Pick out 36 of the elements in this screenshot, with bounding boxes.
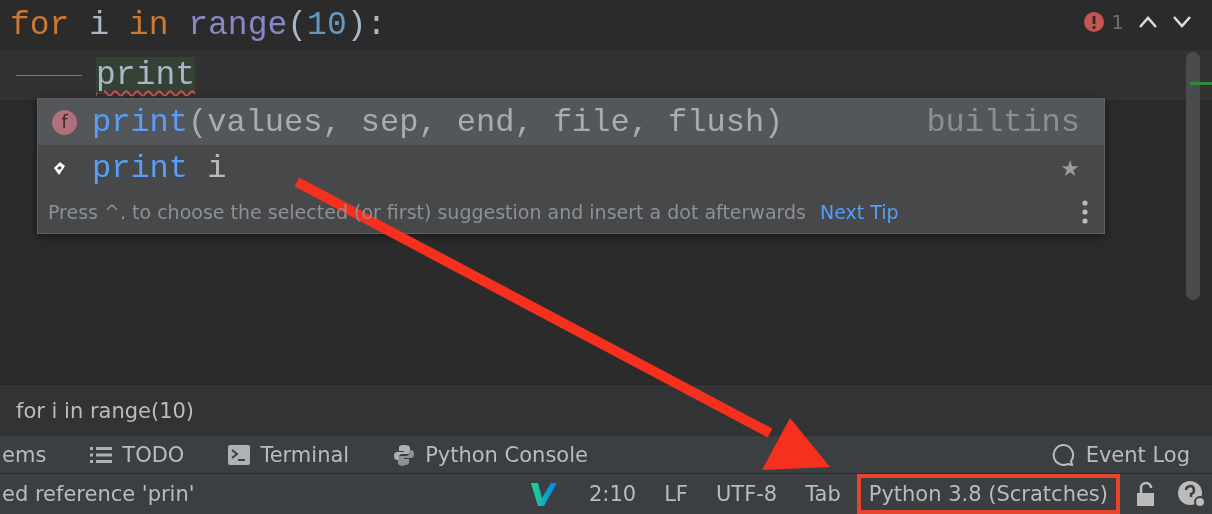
- change-marker: [1190, 82, 1212, 85]
- terminal-icon: [228, 444, 251, 465]
- code-line: for i in range(10):: [10, 6, 387, 44]
- status-widget[interactable]: Python 3.8 (Scratches): [856, 474, 1120, 514]
- completion-name: print: [92, 149, 188, 187]
- v-logo-icon[interactable]: [531, 481, 557, 507]
- star-icon: ★: [1060, 155, 1080, 181]
- list-icon: [90, 445, 113, 464]
- next-tip-link[interactable]: Next Tip: [819, 201, 1082, 223]
- template-icon: [52, 160, 68, 176]
- error-icon[interactable]: [1083, 11, 1106, 33]
- breadcrumb[interactable]: for i in range(10): [16, 399, 195, 424]
- completion-source: builtins: [926, 103, 1080, 141]
- status-message: ed reference 'prin': [2, 482, 196, 506]
- completion-name: print: [92, 103, 188, 141]
- tool-window-button[interactable]: TODO: [68, 442, 207, 467]
- status-widget[interactable]: UTF-8: [703, 474, 790, 514]
- tool-window-button[interactable]: Python Console: [371, 442, 610, 467]
- problem-count: 1: [1111, 10, 1124, 34]
- scrollbar[interactable]: [1186, 52, 1200, 300]
- python-icon: [393, 443, 416, 466]
- completion-item[interactable]: f print(values, sep, end, file, flush) builtins: [38, 99, 1104, 145]
- tool-window-button[interactable]: ems: [0, 442, 69, 467]
- function-icon: f: [52, 109, 77, 135]
- completion-item[interactable]: print i ★: [38, 145, 1104, 191]
- status-widget[interactable]: 2:10: [577, 474, 649, 514]
- completion-detail: (values, sep, end, file, flush): [188, 103, 785, 141]
- status-widget[interactable]: Tab: [793, 474, 853, 514]
- down-chevron-icon[interactable]: [1172, 15, 1192, 29]
- more-icon[interactable]: [1082, 200, 1088, 224]
- tool-window-button[interactable]: Terminal: [206, 442, 372, 467]
- up-chevron-icon[interactable]: [1138, 15, 1158, 29]
- event-log-button[interactable]: Event Log: [1029, 442, 1212, 467]
- status-widget[interactable]: LF: [652, 474, 700, 514]
- balloon-icon: [1051, 442, 1076, 467]
- completion-detail: i: [206, 149, 228, 187]
